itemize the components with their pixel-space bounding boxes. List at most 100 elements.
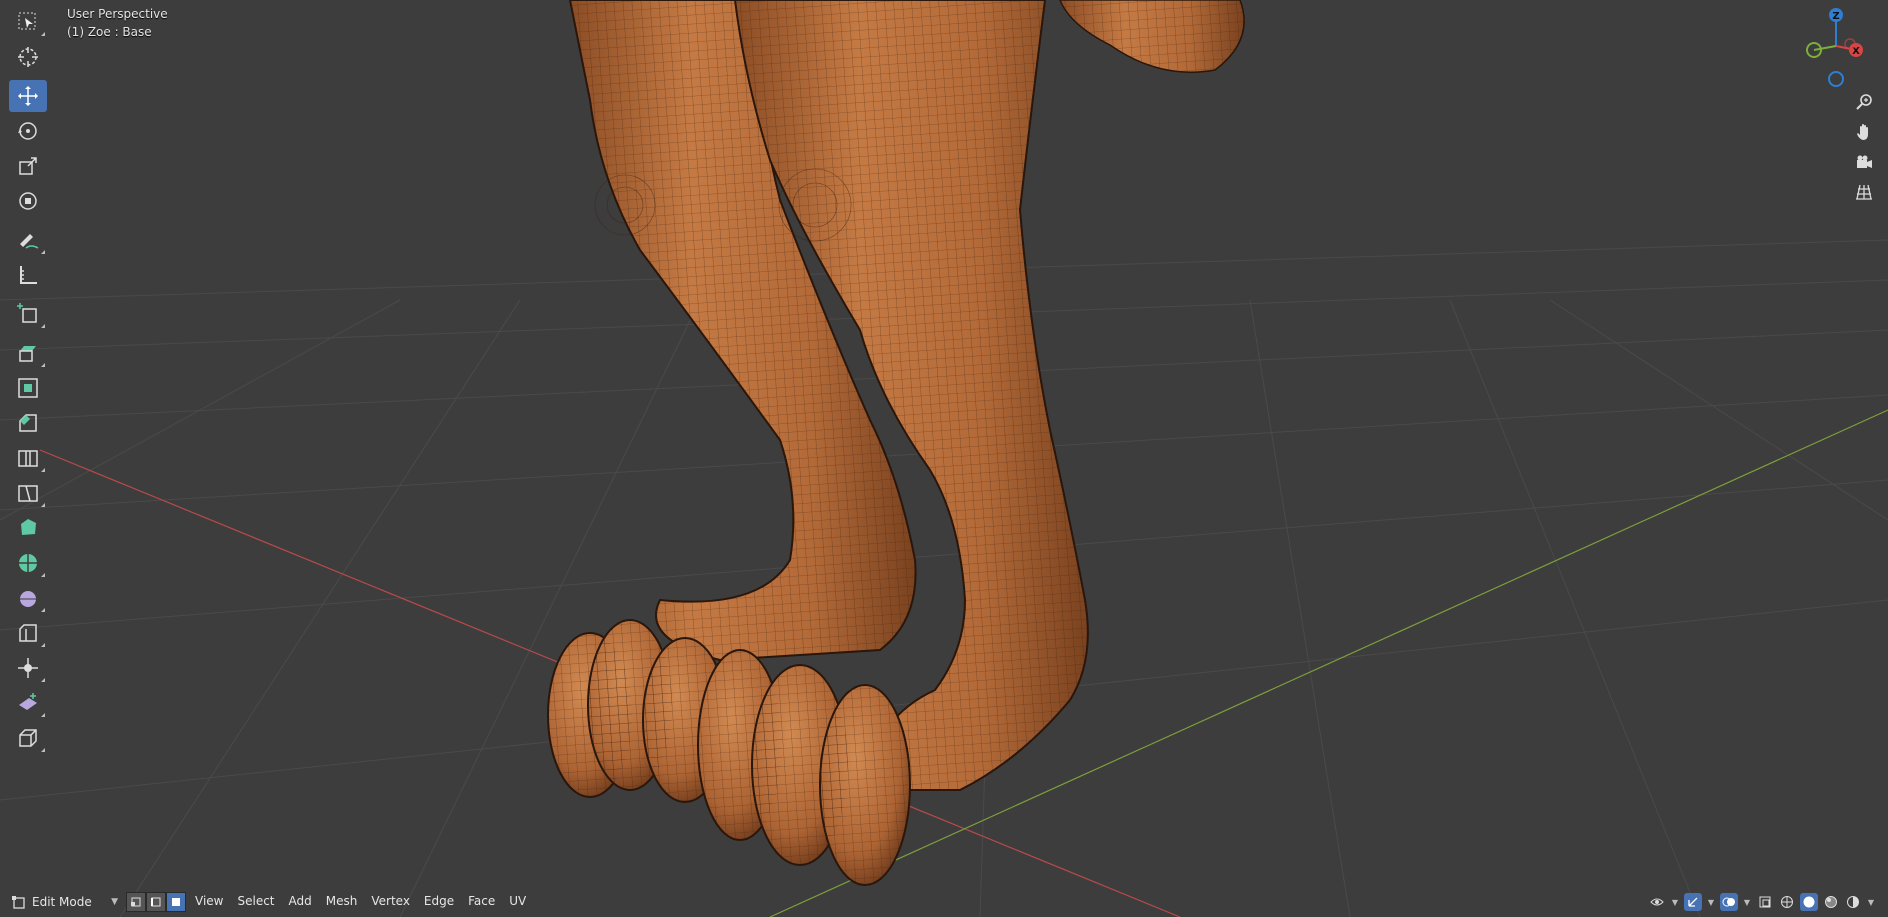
zoom-button[interactable] — [1850, 88, 1878, 116]
menu-vertex[interactable]: Vertex — [366, 892, 419, 910]
extrude-icon — [19, 346, 36, 362]
cursor-icon — [18, 47, 38, 67]
shrink-fatten-icon — [18, 658, 38, 678]
bevel-tool[interactable] — [9, 407, 47, 439]
view-name: User Perspective — [67, 7, 168, 21]
knife-tool[interactable] — [9, 477, 47, 509]
edge-slide-icon — [19, 624, 37, 642]
smooth-icon — [20, 591, 36, 607]
spin-tool[interactable] — [9, 547, 47, 579]
hand-pan-icon — [1857, 124, 1868, 140]
edge-select-icon — [151, 897, 161, 907]
wireframe-shading-button[interactable] — [1778, 893, 1796, 911]
viewport-header: Edit Mode ▼ View Select Add Mesh Vertex … — [0, 888, 1888, 917]
neg-z-axis-handle[interactable] — [1828, 71, 1844, 87]
mode-dropdown[interactable]: Edit Mode ▼ — [10, 891, 118, 913]
material-shading-button[interactable] — [1822, 893, 1840, 911]
inset-icon — [18, 378, 38, 398]
rip-icon — [19, 729, 37, 747]
cursor-tool[interactable] — [9, 41, 47, 73]
chevron-down-icon[interactable]: ▼ — [1670, 898, 1680, 907]
tool-shelf — [9, 6, 49, 757]
z-axis-label: Z — [1832, 11, 1839, 22]
wireframe-sphere-icon — [1781, 896, 1793, 908]
smooth-tool[interactable] — [9, 582, 47, 614]
header-right-controls: ▼ ▼ ▼ ▼ — [1648, 893, 1876, 911]
edge-select-button[interactable] — [146, 892, 166, 912]
gizmo-icon — [1688, 897, 1698, 907]
menu-mesh[interactable]: Mesh — [321, 892, 367, 910]
front-paw-mesh — [697, 649, 911, 886]
solid-sphere-icon — [1803, 896, 1815, 908]
viewport-info: User Perspective (1) Zoe : Base — [67, 5, 168, 41]
overlays-toggle[interactable] — [1720, 893, 1738, 911]
overlays-icon — [1722, 897, 1735, 907]
gizmo-toggle[interactable] — [1684, 893, 1702, 911]
vertex-select-button[interactable] — [126, 892, 146, 912]
rip-tool[interactable] — [9, 722, 47, 754]
rendered-shading-button[interactable] — [1844, 893, 1862, 911]
camera-view-button[interactable] — [1850, 148, 1878, 176]
chevron-down-icon: ▼ — [111, 897, 118, 907]
rendered-sphere-icon — [1847, 896, 1859, 908]
camera-icon — [1857, 155, 1872, 168]
vertex-select-icon — [131, 897, 141, 907]
chevron-down-icon[interactable]: ▼ — [1742, 898, 1752, 907]
chevron-down-icon[interactable]: ▼ — [1866, 898, 1876, 907]
extrude-tool[interactable] — [9, 337, 47, 369]
edit-mode-icon — [12, 896, 25, 909]
transform-tool[interactable] — [9, 185, 47, 217]
scale-icon — [19, 157, 37, 175]
pan-button[interactable] — [1850, 118, 1878, 146]
scene-canvas[interactable] — [0, 0, 1888, 917]
menu-face[interactable]: Face — [463, 892, 504, 910]
menu-uv[interactable]: UV — [504, 892, 535, 910]
face-select-icon — [172, 898, 180, 906]
annotate-tool[interactable] — [9, 224, 47, 256]
annotate-icon — [20, 234, 39, 249]
inset-tool[interactable] — [9, 372, 47, 404]
object-info: (1) Zoe : Base — [67, 25, 152, 39]
loop-cut-icon — [18, 450, 38, 467]
add-cube-icon — [17, 303, 37, 323]
shrink-fatten-tool[interactable] — [9, 652, 47, 684]
bevel-icon — [19, 414, 37, 432]
menu-edge[interactable]: Edge — [419, 892, 463, 910]
poly-build-tool[interactable] — [9, 512, 47, 544]
ortho-toggle-button[interactable] — [1850, 178, 1878, 206]
measure-icon — [20, 266, 37, 284]
shear-icon — [19, 693, 37, 710]
scale-tool[interactable] — [9, 150, 47, 182]
visibility-button[interactable] — [1648, 893, 1666, 911]
poly-build-icon — [21, 519, 36, 535]
edge-slide-tool[interactable] — [9, 617, 47, 649]
select-box-icon — [18, 12, 36, 30]
face-select-button[interactable] — [166, 892, 186, 912]
eye-icon — [1650, 898, 1664, 906]
viewport-nav-buttons — [1850, 88, 1878, 208]
mode-label: Edit Mode — [32, 895, 92, 909]
menu-add[interactable]: Add — [284, 892, 321, 910]
spin-icon — [19, 554, 37, 572]
xray-toggle[interactable] — [1756, 893, 1774, 911]
menu-select[interactable]: Select — [232, 892, 283, 910]
rotate-tool[interactable] — [9, 115, 47, 147]
shear-tool[interactable] — [9, 687, 47, 719]
loop-cut-tool[interactable] — [9, 442, 47, 474]
transform-icon — [19, 192, 37, 210]
select-box-tool[interactable] — [9, 6, 47, 38]
chevron-down-icon[interactable]: ▼ — [1706, 898, 1716, 907]
material-sphere-icon — [1825, 896, 1837, 908]
measure-tool[interactable] — [9, 259, 47, 291]
navigation-gizmo[interactable]: Z X — [1798, 4, 1878, 90]
3d-viewport[interactable]: User Perspective (1) Zoe : Base Z X Edit… — [0, 0, 1888, 917]
menu-view[interactable]: View — [190, 892, 232, 910]
move-icon — [18, 86, 38, 106]
solid-shading-button[interactable] — [1800, 893, 1818, 911]
move-tool[interactable] — [9, 80, 47, 112]
add-cube-tool[interactable] — [9, 298, 47, 330]
rotate-icon — [18, 122, 37, 140]
xray-icon — [1759, 896, 1771, 908]
grid-icon — [1856, 184, 1872, 200]
zoom-icon — [1856, 94, 1872, 110]
